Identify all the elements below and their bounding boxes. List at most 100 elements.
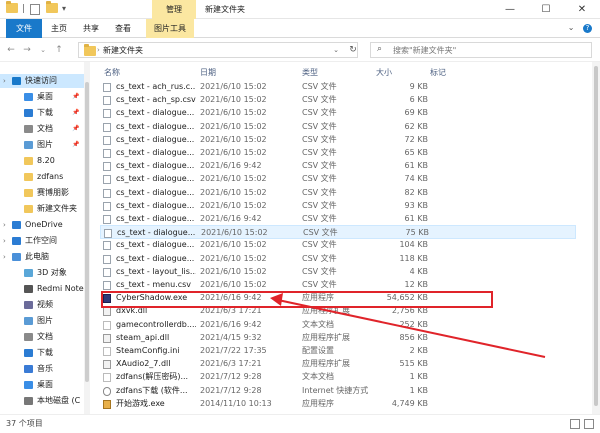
sidebar-item[interactable]: 3D 对象 [0,266,89,280]
phone-icon [24,285,33,293]
sidebar-item[interactable]: 音乐 [0,362,89,376]
sidebar-scroll-thumb[interactable] [85,82,89,382]
sidebar-scrollbar[interactable] [84,62,90,414]
search-input[interactable]: ⌕ 搜索"新建文件夹" [370,42,592,58]
file-date: 2021/6/10 15:02 [200,108,267,118]
expand-chevron-icon[interactable]: › [3,218,6,232]
file-row[interactable]: cs_text - dialogue... 2021/6/10 15:02 CSV … [100,120,576,134]
large-icons-view-button[interactable] [584,419,594,429]
sidebar-item[interactable]: zdfans [0,170,89,184]
expand-chevron-icon[interactable]: › [3,74,6,88]
file-row[interactable]: 开始游戏.exe 2014/11/10 10:13 应用程序 4,749 KB [100,397,576,411]
sidebar-item[interactable]: 新建文件夹 [0,202,89,216]
details-view-button[interactable] [570,419,580,429]
tab-share[interactable]: 共享 [78,19,104,38]
file-row[interactable]: cs_text - dialogue... 2021/6/10 15:02 CSV … [100,252,576,266]
address-dropdown-icon[interactable]: ⌄ [333,43,339,58]
file-row[interactable]: zdfans下载 (软件... 2021/7/12 9:28 Internet 快捷… [100,384,576,398]
customize-toolbar-icon[interactable]: ▾ [62,3,74,15]
dll-file-icon [103,360,111,370]
expand-chevron-icon[interactable]: › [3,250,6,264]
file-date: 2021/7/22 17:35 [200,346,267,355]
sidebar-item[interactable]: 下载 [0,346,89,360]
manage-tab[interactable]: 管理 [152,0,196,19]
sidebar-item[interactable]: 文档 📌 [0,122,89,136]
file-row[interactable]: cs_text - dialogue... 2021/6/10 15:02 CSV … [100,172,576,186]
file-row[interactable]: cs_text - dialogue... 2021/6/16 9:42 CSV 文… [100,159,576,173]
sidebar-item[interactable]: 图片 [0,314,89,328]
file-size: 6 KB [409,95,428,105]
file-row[interactable]: cs_text - dialogue... 2021/6/16 9:42 CSV 文… [100,212,576,226]
file-row[interactable]: cs_text - dialogue... 2021/6/10 15:02 CSV … [100,225,576,240]
file-list-scrollbar[interactable] [592,62,600,414]
sidebar-item-label: 视频 [37,300,53,309]
sidebar-item[interactable]: 本地磁盘 (C [0,394,89,408]
file-size: 82 KB [404,187,428,197]
breadcrumb[interactable]: 新建文件夹 [103,43,143,58]
maximize-button[interactable]: ☐ [528,0,564,19]
pin-icon: 📌 [72,109,80,116]
text-file-icon [103,373,111,383]
sidebar-item[interactable]: › OneDrive [0,218,89,232]
file-size: 69 KB [404,108,428,118]
file-row[interactable]: cs_text - dialogue... 2021/6/10 15:02 CSV … [100,106,576,120]
folder-icon [24,173,33,181]
tab-home[interactable]: 主页 [46,19,72,38]
sidebar-item[interactable]: 视频 [0,298,89,312]
file-row[interactable]: cs_text - ach_rus.c... 2021/6/10 15:02 CSV… [100,80,576,94]
sidebar-item[interactable]: Redmi Note [0,282,89,296]
breadcrumb-separator-icon: › [97,46,100,54]
forward-button[interactable]: → [20,43,34,57]
file-row[interactable]: steam_api.dll 2021/4/15 9:32 应用程序扩展 856 KB [100,331,576,345]
sidebar-item-label: 音乐 [37,364,53,373]
file-row[interactable]: cs_text - ach_sp.csv 2021/6/10 15:02 CSV 文… [100,93,576,107]
sidebar-item[interactable]: 图片 📌 [0,138,89,152]
sidebar-item-label: zdfans [37,172,64,181]
column-header-date[interactable]: 日期 [200,67,216,79]
file-row[interactable]: zdfans(解压密码)... 2021/7/12 9:28 文本文档 1 KB [100,370,576,384]
tab-picture-tools[interactable]: 图片工具 [146,19,194,38]
file-row[interactable]: XAudio2_7.dll 2021/6/3 17:21 应用程序扩展 515 KB [100,357,576,371]
sidebar-item[interactable]: 文档 [0,330,89,344]
file-name: cs_text - dialogue... [116,187,195,197]
sidebar-item[interactable]: 8.20 [0,154,89,168]
file-row[interactable]: gamecontrollerdb.... 2021/6/16 9:42 文本文档 25… [100,318,576,332]
sidebar-item[interactable]: › 快速访问 [0,74,89,88]
chevron-down-icon[interactable]: ⌄ [568,23,575,32]
column-header-size[interactable]: 大小 [376,67,392,79]
file-row[interactable]: cs_text - menu.csv 2021/6/10 15:02 CSV 文件 1… [100,278,576,292]
sidebar-item[interactable]: › 工作空间 [0,234,89,248]
column-header-type[interactable]: 类型 [302,67,318,79]
recent-locations-button[interactable]: ⌄ [36,43,50,57]
file-row[interactable]: SteamConfig.ini 2021/7/22 17:35 配置设置 2 KB [100,344,576,358]
sidebar-item[interactable]: 下载 📌 [0,106,89,120]
sidebar-item[interactable]: 桌面 [0,378,89,392]
help-icon[interactable]: ? [583,24,592,33]
file-date: 2021/6/16 9:42 [200,161,262,171]
file-date: 2014/11/10 10:13 [200,398,272,408]
sidebar-item[interactable]: › 此电脑 [0,250,89,264]
tab-file[interactable]: 文件 [6,19,42,38]
column-header-tags[interactable]: 标记 [430,67,446,79]
file-row[interactable]: cs_text - dialogue... 2021/6/10 15:02 CSV … [100,238,576,252]
tab-view[interactable]: 查看 [110,19,136,38]
minimize-button[interactable]: — [492,0,528,19]
expand-chevron-icon[interactable]: › [3,234,6,248]
close-button[interactable]: ✕ [564,0,600,19]
column-header-name[interactable]: 名称 [104,67,120,79]
properties-icon[interactable] [30,4,40,15]
file-size: 74 KB [404,174,428,184]
file-row[interactable]: cs_text - dialogue... 2021/6/10 15:02 CSV … [100,186,576,200]
up-button[interactable]: ↑ [52,43,66,57]
address-bar[interactable]: › 新建文件夹 ⌄ [78,42,358,58]
file-row[interactable]: cs_text - dialogue... 2021/6/10 15:02 CSV … [100,133,576,147]
sidebar-item[interactable]: 桌面 📌 [0,90,89,104]
file-row[interactable]: cs_text - layout_lis... 2021/6/10 15:02 CS… [100,265,576,279]
refresh-button[interactable]: ↻ [346,42,360,58]
file-list-scroll-thumb[interactable] [594,66,598,406]
new-folder-icon[interactable] [46,1,58,15]
sidebar-item[interactable]: 赛博朋影 [0,186,89,200]
file-row[interactable]: cs_text - dialogue... 2021/6/10 15:02 CSV … [100,199,576,213]
file-row[interactable]: cs_text - dialogue... 2021/6/10 15:02 CSV … [100,146,576,160]
back-button[interactable]: ← [4,43,18,57]
